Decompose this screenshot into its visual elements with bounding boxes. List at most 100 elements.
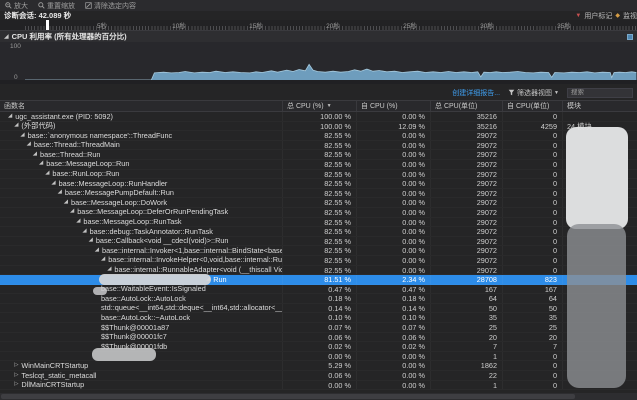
- tree-row[interactable]: ▷WinMainCRTStartup5.29 %0.00 %18620: [0, 361, 637, 371]
- expander-closed-icon[interactable]: ▷: [14, 381, 18, 390]
- function-name: $$Thunk@00001fc7: [101, 333, 167, 342]
- expander-closed-icon[interactable]: ▷: [14, 361, 18, 370]
- function-name-cell: ◢base::MessageLoop::DeferOrRunPendingTas…: [0, 208, 282, 217]
- tree-row[interactable]: ◢base::internal::InvokeHelper<0,void,bas…: [0, 256, 637, 266]
- tree-row[interactable]: ◢base::Thread::Run82.55 %0.00 %290720: [0, 150, 637, 160]
- redaction-blob: [566, 127, 628, 229]
- expander-open-icon[interactable]: ◢: [14, 122, 18, 131]
- top-toolbar: 放大 重置缩放 清除选定内容: [0, 0, 637, 11]
- tree-row[interactable]: ◢base::MessageLoop::DoWork82.55 %0.00 %2…: [0, 198, 637, 208]
- expander-open-icon[interactable]: ◢: [58, 189, 62, 198]
- tree-row[interactable]: ◢base::debug::TaskAnnotator::RunTask82.5…: [0, 227, 637, 237]
- self-cpu-pct-cell: 0.00 %: [356, 189, 430, 198]
- col-header-module[interactable]: 模块: [562, 101, 637, 111]
- self-cpu-units-cell: 0: [502, 141, 562, 150]
- reset-zoom-button[interactable]: 重置缩放: [38, 1, 75, 11]
- tree-row[interactable]: ◢base::Callback<void __cdecl(void)>::Run…: [0, 237, 637, 247]
- tree-row[interactable]: ◢base::MessageLoop::RunHandler82.55 %0.0…: [0, 179, 637, 189]
- tree-row[interactable]: ◢base::RunLoop::Run82.55 %0.00 %290720: [0, 170, 637, 180]
- expander-open-icon[interactable]: ◢: [82, 227, 86, 236]
- tree-row[interactable]: ◢base::internal::Invoker<1,base::interna…: [0, 246, 637, 256]
- self-cpu-units-cell: 7: [502, 342, 562, 351]
- expander-open-icon[interactable]: ◢: [70, 208, 74, 217]
- self-cpu-units-cell: 0: [502, 150, 562, 159]
- tree-row[interactable]: ◢base::MessageLoop::Run82.55 %0.00 %2907…: [0, 160, 637, 170]
- tree-row[interactable]: ◢base::Thread::ThreadMain82.55 %0.00 %29…: [0, 141, 637, 151]
- self-cpu-units-cell: 0: [502, 361, 562, 370]
- create-report-link[interactable]: 创建详细报告...: [452, 88, 500, 98]
- timeline-legend: ▼ 用户标记 ◆ 监视: [575, 11, 637, 20]
- user-marks-label: 用户标记: [584, 11, 612, 21]
- tree-row[interactable]: base::AutoLock::AutoLock0.18 %0.18 %6464: [0, 294, 637, 304]
- function-name-cell: ◢base::internal::RunnableAdapter<void (_…: [0, 266, 282, 275]
- function-name: base::Callback<void __cdecl(void)>::Run: [96, 237, 229, 246]
- tree-row[interactable]: ◢base::MessagePumpDefault::Run82.55 %0.0…: [0, 189, 637, 199]
- total-cpu-pct-cell: 82.55 %: [282, 131, 356, 140]
- scrollbar-thumb[interactable]: [1, 394, 575, 399]
- self-cpu-pct-cell: 0.00 %: [356, 237, 430, 246]
- total-cpu-pct-cell: 82.55 %: [282, 256, 356, 265]
- tree-row[interactable]: ◢ugc_assistant.exe (PID: 5092)100.00 %0.…: [0, 112, 637, 122]
- search-input[interactable]: [567, 88, 633, 98]
- sort-descending-icon: ▼: [327, 103, 332, 109]
- watch-diamond-icon: ◆: [615, 12, 620, 19]
- tree-row[interactable]: ▷DllMainCRTStartup0.00 %0.00 %10: [0, 381, 637, 391]
- self-cpu-units-cell: 50: [502, 304, 562, 313]
- expander-open-icon[interactable]: ◢: [39, 160, 43, 169]
- expander-open-icon[interactable]: ◢: [107, 266, 111, 275]
- timeline-ruler[interactable]: 5秒10秒15秒20秒25秒30秒35秒: [0, 20, 637, 30]
- horizontal-scrollbar[interactable]: [0, 393, 637, 400]
- zoom-in-button[interactable]: 放大: [5, 1, 28, 11]
- self-cpu-pct-cell: 0.00 %: [356, 266, 430, 275]
- tree-row[interactable]: ◢base::MessageLoop::RunTask82.55 %0.00 %…: [0, 218, 637, 228]
- collapse-triangle-icon[interactable]: ◢: [4, 33, 9, 40]
- expander-open-icon[interactable]: ◢: [33, 150, 37, 159]
- tree-row[interactable]: ◢base::internal::RunnableAdapter<void (_…: [0, 266, 637, 276]
- expander-open-icon[interactable]: ◢: [95, 246, 99, 255]
- expander-closed-icon[interactable]: ▷: [14, 371, 18, 380]
- tree-row[interactable]: ◢base::MessageLoop::DeferOrRunPendingTas…: [0, 208, 637, 218]
- tree-row[interactable]: ◢(外部代码)100.00 %12.09 %35216425924 模块: [0, 122, 637, 132]
- clear-selection-button[interactable]: 清除选定内容: [85, 1, 136, 11]
- expander-open-icon[interactable]: ◢: [8, 112, 12, 121]
- cpu-section-header[interactable]: ◢ CPU 利用率 (所有处理器的百分比): [0, 30, 637, 42]
- col-header-self-cpu-pct[interactable]: 自 CPU (%): [356, 101, 430, 111]
- reset-zoom-label: 重置缩放: [47, 1, 75, 11]
- expander-open-icon[interactable]: ◢: [51, 179, 55, 188]
- expander-open-icon[interactable]: ◢: [20, 131, 24, 140]
- self-cpu-units-cell: 0: [502, 170, 562, 179]
- col-header-total-cpu-units[interactable]: 总 CPU(单位): [430, 101, 502, 111]
- tree-row[interactable]: ▷Teslcqt_static_metacall0.06 %0.00 %220: [0, 371, 637, 381]
- expander-open-icon[interactable]: ◢: [101, 256, 105, 265]
- total-cpu-pct-cell: 82.55 %: [282, 237, 356, 246]
- expander-open-icon[interactable]: ◢: [89, 237, 93, 246]
- y-axis-min-label: 0: [14, 74, 18, 81]
- filter-view-dropdown[interactable]: 筛选器视图 ▼: [508, 88, 559, 98]
- cpu-utilization-chart[interactable]: 100 0: [0, 42, 637, 84]
- function-name: base::RunLoop::Run: [52, 170, 119, 179]
- total-cpu-units-cell: 35: [430, 313, 502, 322]
- expander-open-icon[interactable]: ◢: [45, 170, 49, 179]
- function-name-cell: $$Thunk@00001a87: [0, 323, 282, 332]
- tree-row[interactable]: base::AutoLock::~AutoLock0.10 %0.10 %353…: [0, 313, 637, 323]
- function-name-cell: ◢base::internal::InvokeHelper<0,void,bas…: [0, 256, 282, 265]
- function-name-cell: ◢base::Callback<void __cdecl(void)>::Run: [0, 237, 282, 246]
- expander-open-icon[interactable]: ◢: [64, 198, 68, 207]
- self-cpu-pct-cell: 12.09 %: [356, 122, 430, 131]
- tree-row[interactable]: std::queue<__int64,std::deque<__int64,st…: [0, 304, 637, 314]
- function-name-cell: ◢base::MessageLoop::RunTask: [0, 218, 282, 227]
- tree-row[interactable]: $$Thunk@00001fc70.06 %0.06 %2020: [0, 333, 637, 343]
- time-tick-label: 35秒: [557, 20, 571, 30]
- col-header-self-cpu-units[interactable]: 自 CPU(单位): [502, 101, 562, 111]
- col-header-function-name[interactable]: 函数名: [0, 101, 282, 111]
- self-cpu-units-cell: 35: [502, 313, 562, 322]
- col-header-total-cpu-pct[interactable]: 总 CPU (%)▼: [282, 101, 356, 111]
- profiler-window: 放大 重置缩放 清除选定内容 诊断会话: 42.089 秒 ▼ 用户标记 ◆ 监…: [0, 0, 637, 400]
- expander-open-icon[interactable]: ◢: [76, 218, 80, 227]
- cpu-area-chart: [0, 42, 637, 84]
- self-cpu-pct-cell: 0.00 %: [356, 112, 430, 121]
- tree-row[interactable]: $$Thunk@00001a870.07 %0.07 %2525: [0, 323, 637, 333]
- tree-row[interactable]: ◢base::`anonymous namespace'::ThreadFunc…: [0, 131, 637, 141]
- tree-row[interactable]: ◢Run81.51 %2.34 %28708823: [0, 275, 637, 285]
- expander-open-icon[interactable]: ◢: [27, 141, 31, 150]
